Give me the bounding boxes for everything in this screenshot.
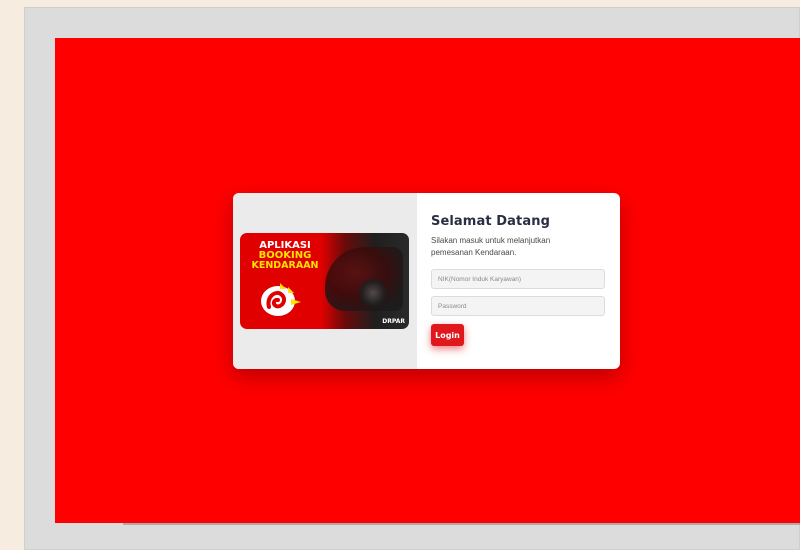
app-banner-image: APLIKASI BOOKING KENDARAAN DRPAR [240, 233, 409, 329]
banner-title: APLIKASI BOOKING KENDARAAN [244, 241, 326, 271]
nik-input[interactable] [431, 269, 605, 289]
login-card: APLIKASI BOOKING KENDARAAN DRPAR Selamat… [233, 193, 620, 369]
car-wheel-image [359, 279, 387, 307]
app-logo-icon [261, 283, 301, 316]
banner-brand-logo: DRPAR [382, 318, 405, 325]
screen-bottom-edge [123, 523, 800, 525]
banner-title-line3: KENDARAAN [251, 260, 319, 271]
login-page-background: APLIKASI BOOKING KENDARAAN DRPAR Selamat… [55, 38, 800, 523]
password-input[interactable] [431, 296, 605, 316]
welcome-subtitle: Silakan masuk untuk melanjutkan pemesana… [431, 236, 551, 257]
login-button[interactable]: Login [431, 324, 464, 346]
login-form-panel: Selamat Datang Silakan masuk untuk melan… [417, 193, 620, 369]
welcome-title: Selamat Datang [431, 214, 550, 229]
card-image-panel: APLIKASI BOOKING KENDARAAN DRPAR [233, 193, 417, 369]
